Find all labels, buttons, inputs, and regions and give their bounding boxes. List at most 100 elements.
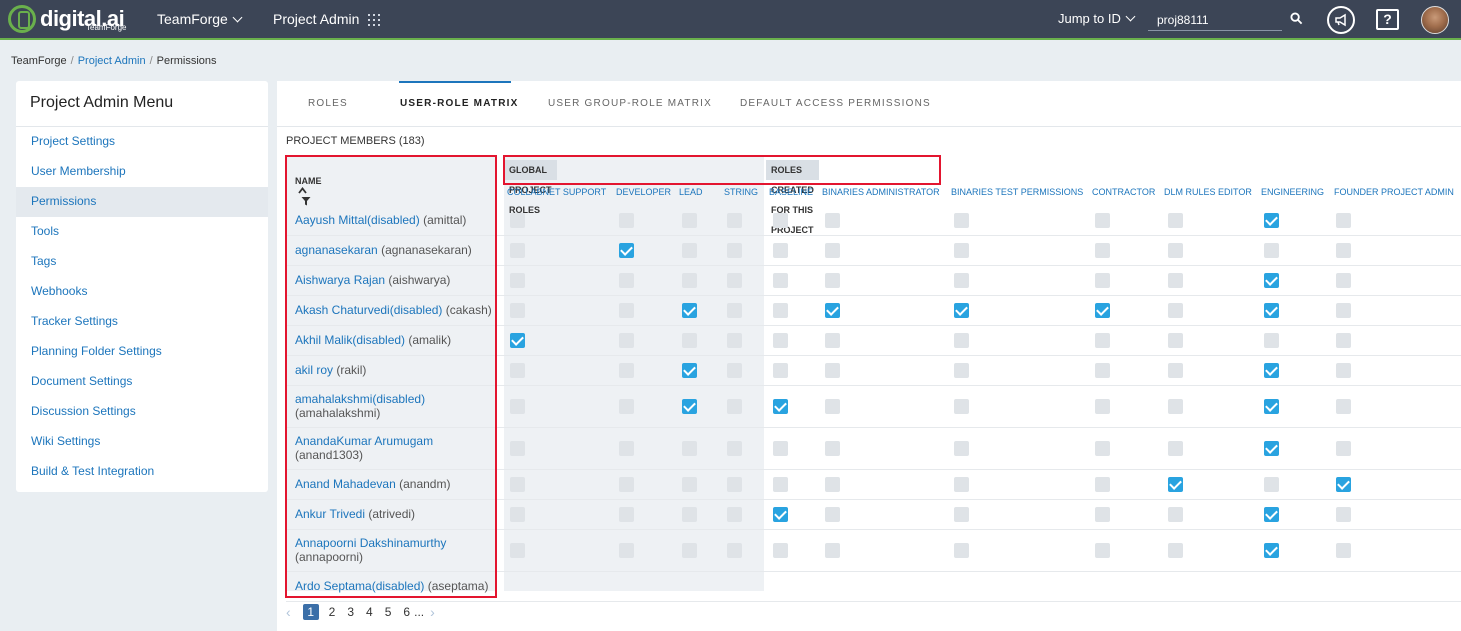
sidebar-item[interactable]: User Membership bbox=[16, 157, 268, 187]
role-checkbox[interactable] bbox=[510, 398, 525, 414]
role-checkbox[interactable] bbox=[619, 506, 634, 522]
role-checkbox[interactable] bbox=[510, 212, 525, 228]
role-checkbox[interactable] bbox=[727, 362, 742, 378]
role-checkbox[interactable] bbox=[619, 272, 634, 288]
sidebar-item[interactable]: Tags bbox=[16, 247, 268, 277]
role-checkbox[interactable] bbox=[1264, 542, 1279, 558]
sidebar-item[interactable]: Document Settings bbox=[16, 367, 268, 397]
role-checkbox[interactable] bbox=[773, 302, 788, 318]
sidebar-item[interactable]: Tools bbox=[16, 217, 268, 247]
role-checkbox[interactable] bbox=[1264, 272, 1279, 288]
role-checkbox[interactable] bbox=[682, 398, 697, 414]
previous-page-icon[interactable]: ‹ bbox=[286, 604, 291, 620]
role-checkbox[interactable] bbox=[619, 476, 634, 492]
role-checkbox[interactable] bbox=[1168, 362, 1183, 378]
role-checkbox[interactable] bbox=[954, 242, 969, 258]
role-checkbox[interactable] bbox=[1095, 398, 1110, 414]
role-checkbox[interactable] bbox=[510, 476, 525, 492]
role-checkbox[interactable] bbox=[954, 476, 969, 492]
role-checkbox[interactable] bbox=[727, 542, 742, 558]
tab-user-group-role-matrix[interactable]: USER GROUP-ROLE MATRIX bbox=[548, 98, 712, 109]
role-checkbox[interactable] bbox=[1168, 302, 1183, 318]
breadcrumb-root[interactable]: TeamForge bbox=[11, 55, 67, 67]
role-checkbox[interactable] bbox=[727, 440, 742, 456]
role-checkbox[interactable] bbox=[682, 302, 697, 318]
role-checkbox[interactable] bbox=[1264, 332, 1279, 348]
role-checkbox[interactable] bbox=[825, 272, 840, 288]
page-2-button[interactable]: 2 bbox=[329, 605, 336, 619]
sidebar-item[interactable]: Planning Folder Settings bbox=[16, 337, 268, 367]
role-checkbox[interactable] bbox=[510, 272, 525, 288]
role-checkbox[interactable] bbox=[1336, 476, 1351, 492]
role-checkbox[interactable] bbox=[682, 542, 697, 558]
role-checkbox[interactable] bbox=[773, 542, 788, 558]
role-checkbox[interactable] bbox=[510, 332, 525, 348]
role-checkbox[interactable] bbox=[773, 398, 788, 414]
page-4-button[interactable]: 4 bbox=[366, 605, 373, 619]
project-admin-nav[interactable]: Project Admin bbox=[273, 11, 359, 27]
role-checkbox[interactable] bbox=[1168, 542, 1183, 558]
role-checkbox[interactable] bbox=[619, 302, 634, 318]
tab-user-role-matrix[interactable]: USER-ROLE MATRIX bbox=[400, 98, 518, 109]
next-page-icon[interactable]: › bbox=[430, 604, 435, 620]
role-checkbox[interactable] bbox=[510, 440, 525, 456]
sidebar-item[interactable]: Permissions bbox=[16, 187, 268, 217]
role-checkbox[interactable] bbox=[682, 272, 697, 288]
role-checkbox[interactable] bbox=[1264, 302, 1279, 318]
role-checkbox[interactable] bbox=[773, 242, 788, 258]
role-checkbox[interactable] bbox=[954, 542, 969, 558]
role-checkbox[interactable] bbox=[825, 398, 840, 414]
role-checkbox[interactable] bbox=[773, 362, 788, 378]
role-checkbox[interactable] bbox=[773, 476, 788, 492]
role-checkbox[interactable] bbox=[954, 398, 969, 414]
role-checkbox[interactable] bbox=[1168, 272, 1183, 288]
sidebar-item[interactable]: Webhooks bbox=[16, 277, 268, 307]
search-input[interactable] bbox=[1148, 8, 1282, 31]
role-checkbox[interactable] bbox=[727, 302, 742, 318]
user-avatar[interactable] bbox=[1421, 6, 1449, 34]
search-icon[interactable] bbox=[1290, 12, 1303, 25]
role-checkbox[interactable] bbox=[954, 272, 969, 288]
role-checkbox[interactable] bbox=[954, 302, 969, 318]
role-checkbox[interactable] bbox=[773, 440, 788, 456]
role-checkbox[interactable] bbox=[727, 398, 742, 414]
role-checkbox[interactable] bbox=[1095, 476, 1110, 492]
role-checkbox[interactable] bbox=[1168, 476, 1183, 492]
role-checkbox[interactable] bbox=[1336, 440, 1351, 456]
role-checkbox[interactable] bbox=[619, 440, 634, 456]
role-checkbox[interactable] bbox=[954, 362, 969, 378]
role-checkbox[interactable] bbox=[510, 242, 525, 258]
role-checkbox[interactable] bbox=[510, 506, 525, 522]
role-checkbox[interactable] bbox=[773, 272, 788, 288]
role-checkbox[interactable] bbox=[1336, 242, 1351, 258]
page-1-button[interactable]: 1 bbox=[302, 604, 319, 620]
role-checkbox[interactable] bbox=[1168, 440, 1183, 456]
role-checkbox[interactable] bbox=[825, 212, 840, 228]
role-checkbox[interactable] bbox=[1264, 212, 1279, 228]
apps-grid-icon[interactable] bbox=[368, 14, 380, 26]
role-checkbox[interactable] bbox=[1264, 362, 1279, 378]
role-checkbox[interactable] bbox=[727, 506, 742, 522]
role-checkbox[interactable] bbox=[1095, 242, 1110, 258]
role-checkbox[interactable] bbox=[1168, 398, 1183, 414]
role-checkbox[interactable] bbox=[1264, 506, 1279, 522]
role-checkbox[interactable] bbox=[510, 362, 525, 378]
role-checkbox[interactable] bbox=[1168, 212, 1183, 228]
role-checkbox[interactable] bbox=[682, 440, 697, 456]
role-checkbox[interactable] bbox=[773, 506, 788, 522]
role-checkbox[interactable] bbox=[682, 362, 697, 378]
role-checkbox[interactable] bbox=[1336, 212, 1351, 228]
role-checkbox[interactable] bbox=[825, 542, 840, 558]
role-checkbox[interactable] bbox=[1264, 398, 1279, 414]
role-checkbox[interactable] bbox=[619, 398, 634, 414]
tab-default-access-permissions[interactable]: DEFAULT ACCESS PERMISSIONS bbox=[740, 98, 931, 109]
sidebar-item[interactable]: Project Settings bbox=[16, 127, 268, 157]
page-5-button[interactable]: 5 bbox=[385, 605, 392, 619]
role-checkbox[interactable] bbox=[682, 212, 697, 228]
page-6-button[interactable]: 6 bbox=[403, 605, 410, 619]
sidebar-item[interactable]: Discussion Settings bbox=[16, 397, 268, 427]
role-checkbox[interactable] bbox=[1095, 506, 1110, 522]
role-checkbox[interactable] bbox=[1336, 506, 1351, 522]
role-checkbox[interactable] bbox=[1168, 506, 1183, 522]
role-checkbox[interactable] bbox=[1095, 272, 1110, 288]
